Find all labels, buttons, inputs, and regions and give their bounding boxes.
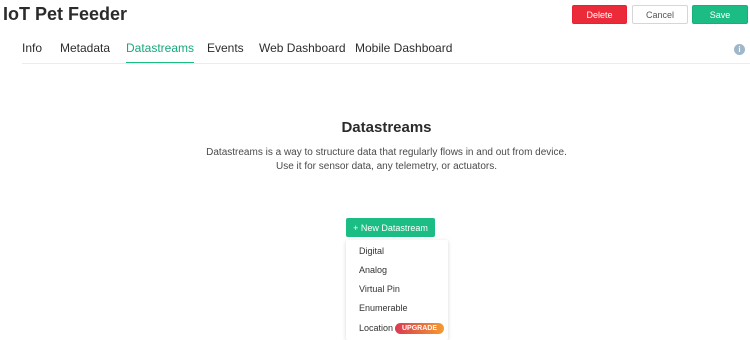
- cancel-button[interactable]: Cancel: [632, 5, 688, 24]
- upgrade-badge: UPGRADE: [395, 323, 445, 334]
- tab-info[interactable]: Info: [22, 40, 42, 64]
- tab-bar: Info Metadata Datastreams Events Web Das…: [0, 40, 750, 64]
- menu-item-virtual-pin[interactable]: Virtual Pin: [359, 280, 445, 299]
- empty-state-title: Datastreams: [341, 119, 432, 136]
- tab-metadata[interactable]: Metadata: [60, 40, 110, 64]
- tab-mobile-dashboard[interactable]: Mobile Dashboard: [355, 40, 452, 64]
- menu-item-label: Analog: [359, 265, 388, 275]
- empty-state-description-line-1: Datastreams is a way to structure data t…: [206, 147, 567, 158]
- tabs-divider: [22, 63, 750, 64]
- empty-state-description-line-2: Use it for sensor data, any telemetry, o…: [275, 161, 498, 172]
- save-button[interactable]: Save: [692, 5, 748, 24]
- menu-item-enumerable[interactable]: Enumerable: [359, 299, 445, 318]
- tab-datastreams[interactable]: Datastreams: [126, 40, 195, 64]
- menu-item-location[interactable]: Location UPGRADE: [359, 319, 445, 338]
- tab-web-dashboard[interactable]: Web Dashboard: [259, 40, 346, 64]
- tab-events[interactable]: Events: [207, 40, 244, 64]
- info-icon[interactable]: i: [734, 44, 745, 55]
- menu-item-label: Location: [359, 323, 394, 333]
- new-datastream-button[interactable]: + New Datastream: [346, 218, 435, 237]
- datastream-type-menu: Digital Analog Virtual Pin Enumerable Lo…: [346, 240, 448, 340]
- menu-item-label: Virtual Pin: [359, 284, 400, 294]
- menu-item-digital[interactable]: Digital: [359, 242, 445, 261]
- menu-item-label: Enumerable: [359, 303, 408, 313]
- delete-button[interactable]: Delete: [572, 5, 627, 24]
- page-title: IoT Pet Feeder: [3, 4, 128, 24]
- menu-item-analog[interactable]: Analog: [359, 261, 445, 280]
- menu-item-label: Digital: [359, 246, 385, 256]
